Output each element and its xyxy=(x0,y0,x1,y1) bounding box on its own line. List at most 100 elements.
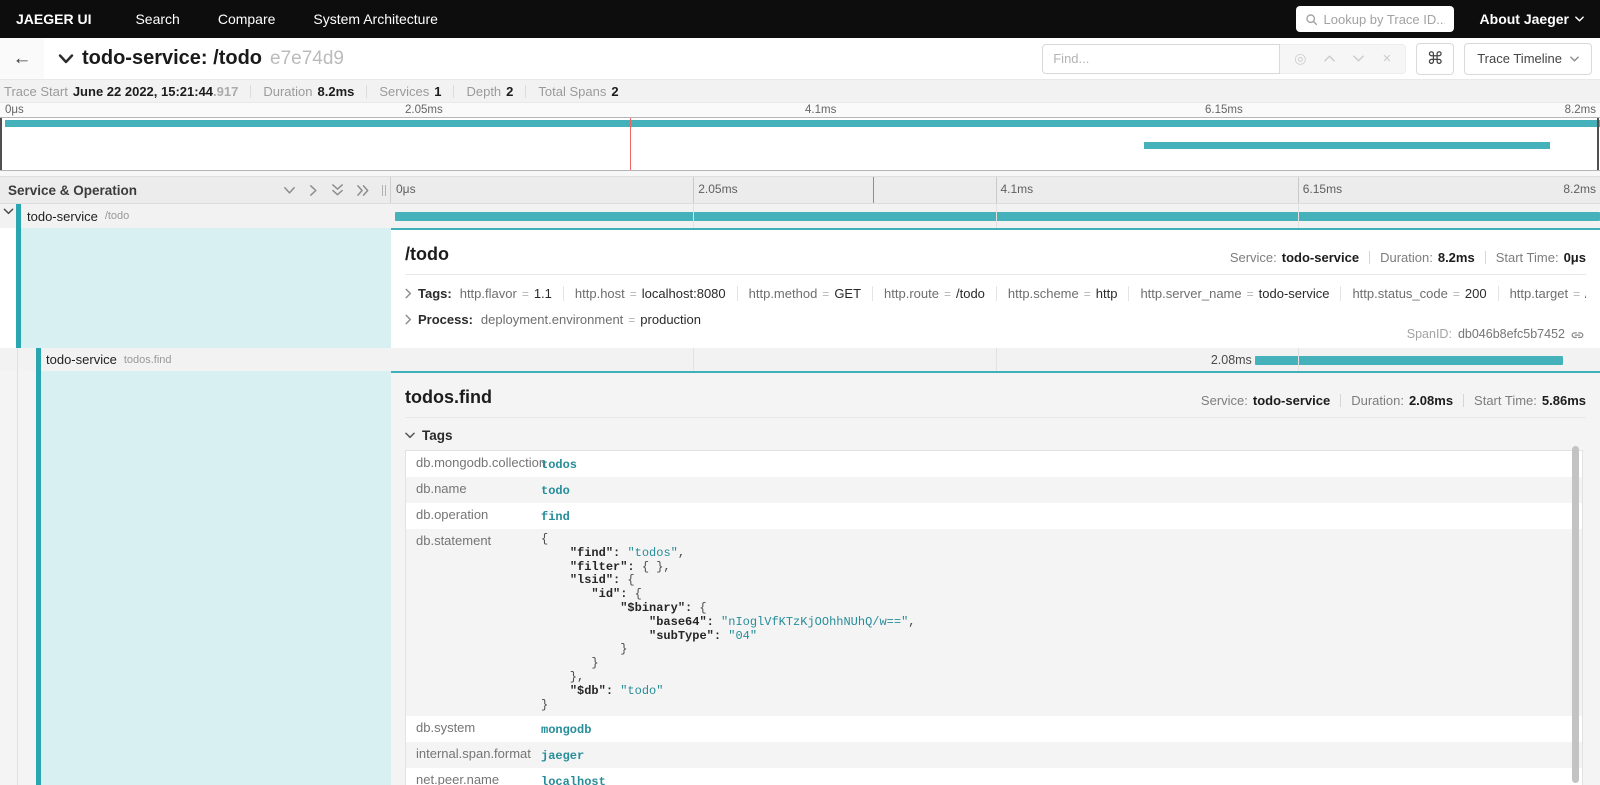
tag-pill: http.route=/todo xyxy=(872,286,996,301)
equals-sign: = xyxy=(630,287,637,301)
collapse-children-icon[interactable] xyxy=(3,208,14,216)
tree-depth-guide xyxy=(17,348,18,371)
equals-sign: = xyxy=(822,287,829,301)
span-duration-bar[interactable] xyxy=(1255,356,1562,365)
kv-key: internal.span.format xyxy=(406,742,536,765)
json-line: "filter": { }, xyxy=(541,561,1582,575)
double-chevron-down-icon[interactable] xyxy=(331,184,344,197)
kv-mono-value: jaeger xyxy=(541,749,584,763)
minimap-span-bar xyxy=(1144,142,1550,149)
timeline-tick-label: 0μs xyxy=(396,182,416,196)
span-row[interactable]: todo-service todos.find 2.08ms xyxy=(0,348,1600,371)
kv-mono-value: todos xyxy=(541,458,577,472)
about-jaeger-menu[interactable]: About Jaeger xyxy=(1480,11,1584,27)
keyboard-shortcuts-button[interactable]: ⌘ xyxy=(1416,43,1454,75)
locate-icon[interactable]: ◎ xyxy=(1294,50,1306,67)
json-key: "$db": xyxy=(570,684,613,698)
minimap-tick-labels: 0μs2.05ms4.1ms6.15ms8.2ms xyxy=(0,103,1600,117)
json-key: "filter": xyxy=(570,560,635,574)
double-chevron-right-icon[interactable] xyxy=(357,184,370,197)
timeline-minimap[interactable] xyxy=(0,117,1600,171)
json-key: "lsid": xyxy=(570,573,620,587)
span-row[interactable]: todo-service /todo xyxy=(0,204,1600,228)
tag-value: 200 xyxy=(1465,286,1487,301)
json-punct xyxy=(541,560,570,574)
minimap-left-drag-handle[interactable] xyxy=(0,118,2,170)
tag-value: todo-service xyxy=(1259,286,1330,301)
tag-key: http.target xyxy=(1510,286,1569,301)
json-line: "$db": "todo" xyxy=(541,685,1582,699)
span-name-cell[interactable]: todo-service /todo xyxy=(0,204,391,228)
json-punct: { }, xyxy=(635,560,671,574)
json-line: } xyxy=(541,643,1582,657)
column-resizer-grip[interactable] xyxy=(382,185,386,196)
tag-key: http.route xyxy=(884,286,939,301)
tag-pill: http.flavor=1.1 xyxy=(458,286,563,301)
expand-collapse-controls xyxy=(283,184,370,197)
kv-value: find xyxy=(536,503,1582,529)
collapse-trace-detail-icon[interactable] xyxy=(58,54,74,64)
span-name-cell[interactable]: todo-service todos.find xyxy=(0,348,391,371)
json-line: "id": { xyxy=(541,588,1582,602)
tags-accordion[interactable]: Tags xyxy=(405,428,1586,443)
tag-pill: http.status_code=200 xyxy=(1340,286,1497,301)
timeline-ruler: 0μs2.05ms4.1ms6.15ms8.2ms xyxy=(391,177,1600,203)
json-punct: { xyxy=(541,532,548,546)
timeline-gridline xyxy=(693,177,694,203)
json-punct xyxy=(541,573,570,587)
menu-item-search[interactable]: Search xyxy=(135,11,179,27)
tags-accordion[interactable]: Tags: http.flavor=1.1http.host=localhost… xyxy=(405,286,1586,301)
span-duration-bar[interactable] xyxy=(395,212,1600,221)
json-line: "$binary": { xyxy=(541,602,1582,616)
tag-key: http.scheme xyxy=(1008,286,1079,301)
minimap-right-drag-handle[interactable] xyxy=(1597,118,1599,170)
chevron-down-icon[interactable] xyxy=(283,186,296,195)
process-accordion[interactable]: Process: deployment.environment=producti… xyxy=(405,312,1586,327)
trace-start: Trace Start June 22 2022, 15:21:44.917 xyxy=(4,84,238,99)
tag-value: /todo xyxy=(1585,286,1586,301)
chevron-right-icon[interactable] xyxy=(309,184,318,197)
trace-header-controls: ◎ × ⌘ Trace Timeline xyxy=(1042,43,1592,75)
menu-item-system-architecture[interactable]: System Architecture xyxy=(313,11,438,27)
link-icon[interactable] xyxy=(1571,328,1584,341)
json-key: "subType": xyxy=(649,629,721,643)
timeline-gridline xyxy=(996,177,997,203)
trace-view-select[interactable]: Trace Timeline xyxy=(1464,43,1592,75)
scrollbar-thumb[interactable] xyxy=(1572,446,1579,783)
span-id-row: SpanID: db046b8efc5b7452 xyxy=(1407,327,1584,341)
back-button[interactable]: ← xyxy=(0,38,44,79)
tag-key: http.host xyxy=(575,286,625,301)
json-punct xyxy=(541,587,591,601)
app-logo[interactable]: JAEGER UI xyxy=(16,11,91,27)
menu-item-compare[interactable]: Compare xyxy=(218,11,276,27)
trace-id-lookup-input[interactable] xyxy=(1324,12,1445,27)
span-detail-panel: todos.find Service: todo-service Duratio… xyxy=(0,371,1600,785)
json-punct: } xyxy=(541,656,599,670)
kv-row: internal.span.format jaeger xyxy=(406,742,1582,768)
kv-key: db.statement xyxy=(406,529,536,552)
jaeger-trace-page: JAEGER UI Search Compare System Architec… xyxy=(0,0,1600,785)
json-line: "subType": "04" xyxy=(541,630,1582,644)
json-punct: } xyxy=(541,642,627,656)
prev-result-icon[interactable] xyxy=(1324,55,1335,62)
clear-find-icon[interactable]: × xyxy=(1382,50,1391,67)
span-tree-column[interactable] xyxy=(41,371,391,785)
kv-mono-value: localhost xyxy=(541,775,606,785)
span-timeline-cell[interactable] xyxy=(391,204,1600,228)
tag-value: 1.1 xyxy=(534,286,552,301)
process-pill-list: deployment.environment=production xyxy=(479,312,712,327)
json-line: } xyxy=(541,699,1582,713)
json-key: "id": xyxy=(591,587,627,601)
find-input[interactable] xyxy=(1042,44,1280,74)
span-timeline-cell[interactable]: 2.08ms xyxy=(391,348,1600,371)
tag-key: http.status_code xyxy=(1352,286,1447,301)
kv-value: todos xyxy=(536,451,1582,477)
tag-value: http xyxy=(1096,286,1118,301)
json-punct: , xyxy=(908,615,915,629)
span-tree-column[interactable] xyxy=(21,228,391,348)
json-string: "nIoglVfKTzKjOOhhNUhQ/w==" xyxy=(721,615,908,629)
json-punct xyxy=(541,615,649,629)
span-table-header: Service & Operation 0μs2.05ms4.1ms6.15ms… xyxy=(0,177,1600,204)
kv-mono-value: find xyxy=(541,510,570,524)
next-result-icon[interactable] xyxy=(1353,55,1364,62)
